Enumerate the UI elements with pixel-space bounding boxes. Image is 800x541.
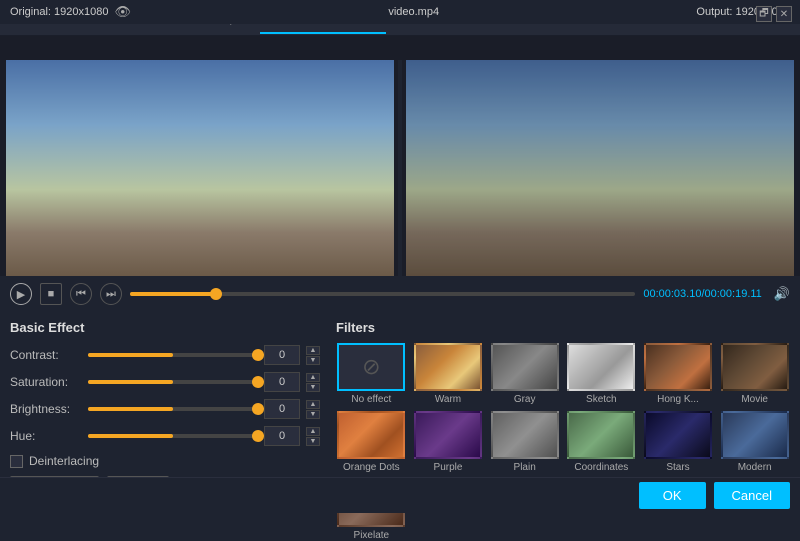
hue-row: Hue: 0 ▲ ▼ bbox=[10, 426, 320, 446]
filter-movie[interactable]: Movie bbox=[719, 343, 790, 405]
filter-thumb-modern bbox=[721, 411, 789, 459]
next-frame-button[interactable]: ⏭ bbox=[100, 283, 122, 305]
filter-no-effect[interactable]: No effect bbox=[336, 343, 407, 405]
saturation-arrows: ▲ ▼ bbox=[306, 373, 320, 392]
play-button[interactable]: ▶ bbox=[10, 283, 32, 305]
filter-modern[interactable]: Modern bbox=[719, 411, 790, 473]
filter-thumb-gray bbox=[491, 343, 559, 391]
filter-orange-dots[interactable]: Orange Dots bbox=[336, 411, 407, 473]
hue-arrows: ▲ ▼ bbox=[306, 427, 320, 446]
contrast-up[interactable]: ▲ bbox=[306, 346, 320, 355]
saturation-slider[interactable] bbox=[88, 380, 258, 384]
original-label: Original: 1920x1080 bbox=[10, 6, 108, 18]
filter-gray[interactable]: Gray bbox=[489, 343, 560, 405]
progress-bar[interactable] bbox=[130, 292, 635, 296]
filter-plain[interactable]: Plain bbox=[489, 411, 560, 473]
hue-slider[interactable] bbox=[88, 434, 258, 438]
title-bar: 🗗 ✕ bbox=[748, 0, 800, 28]
volume-icon[interactable]: 🔊 bbox=[774, 286, 790, 302]
hue-up[interactable]: ▲ bbox=[306, 427, 320, 436]
brightness-row: Brightness: 0 ▲ ▼ bbox=[10, 399, 320, 419]
deinterlacing-row: Deinterlacing bbox=[10, 454, 320, 468]
saturation-down[interactable]: ▼ bbox=[306, 383, 320, 392]
filter-label-orange-dots: Orange Dots bbox=[343, 462, 400, 473]
video-section bbox=[0, 36, 800, 276]
time-display: 00:00:03.10/00:00:19.11 bbox=[643, 288, 761, 300]
video-info-bar: Original: 1920x1080 👁 video.mp4 Output: … bbox=[0, 0, 800, 24]
filter-thumb-movie bbox=[721, 343, 789, 391]
original-info: Original: 1920x1080 👁 bbox=[10, 4, 131, 20]
hue-value: 0 bbox=[264, 426, 300, 446]
filter-warm[interactable]: Warm bbox=[413, 343, 484, 405]
output-video-preview bbox=[406, 60, 794, 276]
saturation-value: 0 bbox=[264, 372, 300, 392]
brightness-value: 0 bbox=[264, 399, 300, 419]
filter-label-hong-kong: Hong K... bbox=[657, 394, 699, 405]
filter-stars[interactable]: Stars bbox=[643, 411, 714, 473]
contrast-slider[interactable] bbox=[88, 353, 258, 357]
filter-thumb-purple bbox=[414, 411, 482, 459]
stop-button[interactable]: ■ bbox=[40, 283, 62, 305]
contrast-value: 0 bbox=[264, 345, 300, 365]
brightness-up[interactable]: ▲ bbox=[306, 400, 320, 409]
filter-label-warm: Warm bbox=[435, 394, 461, 405]
brightness-down[interactable]: ▼ bbox=[306, 410, 320, 419]
contrast-down[interactable]: ▼ bbox=[306, 356, 320, 365]
filter-label-coordinates: Coordinates bbox=[574, 462, 628, 473]
filter-thumb-hong-kong bbox=[644, 343, 712, 391]
close-button[interactable]: ✕ bbox=[776, 6, 792, 22]
filter-thumb-coordinates bbox=[567, 411, 635, 459]
preview-toggle-icon[interactable]: 👁 bbox=[114, 4, 131, 20]
filter-hong-kong[interactable]: Hong K... bbox=[643, 343, 714, 405]
filter-thumb-orange-dots bbox=[337, 411, 405, 459]
filter-thumb-plain bbox=[491, 411, 559, 459]
filter-purple[interactable]: Purple bbox=[413, 411, 484, 473]
filter-thumb-no-effect bbox=[337, 343, 405, 391]
contrast-row: Contrast: 0 ▲ ▼ bbox=[10, 345, 320, 365]
brightness-arrows: ▲ ▼ bbox=[306, 400, 320, 419]
minimize-button[interactable]: 🗗 bbox=[756, 6, 772, 22]
filter-thumb-stars bbox=[644, 411, 712, 459]
filter-label-stars: Stars bbox=[666, 462, 689, 473]
brightness-label: Brightness: bbox=[10, 402, 82, 416]
hue-label: Hue: bbox=[10, 429, 82, 443]
filter-thumb-sketch bbox=[567, 343, 635, 391]
saturation-row: Saturation: 0 ▲ ▼ bbox=[10, 372, 320, 392]
video-divider bbox=[398, 60, 402, 276]
filter-label-gray: Gray bbox=[514, 394, 536, 405]
deinterlacing-checkbox[interactable] bbox=[10, 455, 23, 468]
videos-container bbox=[0, 36, 800, 276]
filter-label-modern: Modern bbox=[738, 462, 772, 473]
controls-bar: ▶ ■ ⏮ ⏭ 00:00:03.10/00:00:19.11 🔊 bbox=[0, 276, 800, 312]
basic-effect-title: Basic Effect bbox=[10, 320, 320, 335]
contrast-label: Contrast: bbox=[10, 348, 82, 362]
cancel-button[interactable]: Cancel bbox=[714, 482, 790, 509]
prev-frame-button[interactable]: ⏮ bbox=[70, 283, 92, 305]
filter-label-pixelate: Pixelate bbox=[354, 530, 390, 541]
file-name: video.mp4 bbox=[388, 6, 439, 18]
progress-thumb[interactable] bbox=[210, 288, 222, 300]
filter-label-plain: Plain bbox=[514, 462, 536, 473]
filter-label-sketch: Sketch bbox=[586, 394, 617, 405]
filter-thumb-warm bbox=[414, 343, 482, 391]
filters-title: Filters bbox=[336, 320, 790, 335]
filter-coordinates[interactable]: Coordinates bbox=[566, 411, 637, 473]
brightness-slider[interactable] bbox=[88, 407, 258, 411]
deinterlacing-label: Deinterlacing bbox=[29, 454, 99, 468]
saturation-label: Saturation: bbox=[10, 375, 82, 389]
filter-label-movie: Movie bbox=[741, 394, 768, 405]
ok-button[interactable]: OK bbox=[639, 482, 706, 509]
filter-label-purple: Purple bbox=[434, 462, 463, 473]
saturation-up[interactable]: ▲ bbox=[306, 373, 320, 382]
filter-sketch[interactable]: Sketch bbox=[566, 343, 637, 405]
original-video-preview bbox=[6, 60, 394, 276]
contrast-arrows: ▲ ▼ bbox=[306, 346, 320, 365]
filter-label-no-effect: No effect bbox=[351, 394, 391, 405]
bottom-bar: OK Cancel bbox=[0, 477, 800, 513]
hue-down[interactable]: ▼ bbox=[306, 437, 320, 446]
